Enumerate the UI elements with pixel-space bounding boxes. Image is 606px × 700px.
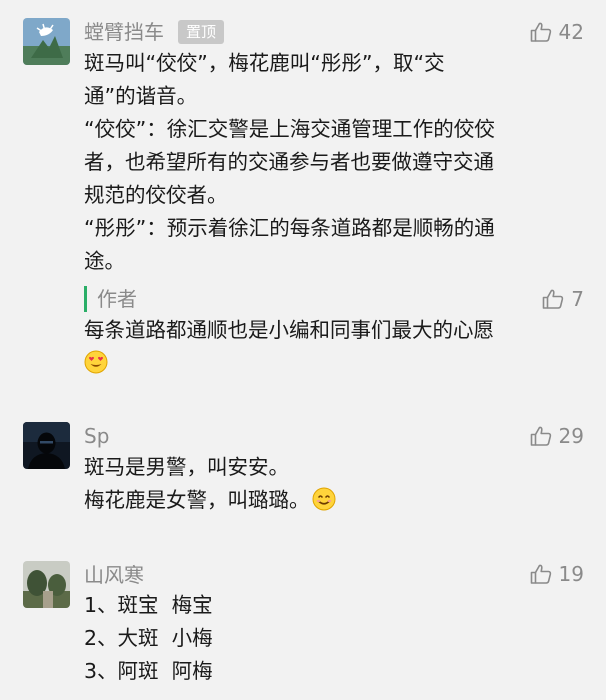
thumbs-up-icon [530,564,551,584]
comment-text: 1、斑宝 梅宝 2、大斑 小梅 3、阿斑 阿梅 [84,589,584,688]
like-button[interactable]: 42 [529,18,584,46]
thumbs-up-icon [530,426,551,446]
reply-like-button[interactable]: 7 [541,285,584,313]
thumbs-up-icon [542,289,564,309]
avatar[interactable] [23,18,70,65]
reply-line: 每条道路都通顺也是小编和同事们最大的心愿 [84,318,494,342]
reply-emoji-line [84,347,584,380]
comment-line: 规范的佼佼者。 [84,183,228,207]
like-count: 29 [558,424,584,448]
username[interactable]: 螳臂挡车 置顶 [84,19,225,45]
like-button[interactable]: 19 [529,560,584,588]
comment-line: 3、阿斑 阿梅 [84,659,213,683]
author-reply-label: 作者 [84,286,137,312]
smile-emoji-icon [312,487,335,511]
username[interactable]: 山风寒 [84,562,144,588]
avatar-image-icon [23,18,70,65]
comment-line: 2、大斑 小梅 [84,626,213,650]
like-count: 42 [558,20,584,44]
comment-line: 斑马叫“佼佼”，梅花鹿叫“彤彤”，取“交 [84,51,445,75]
comment-text: 斑马是男警，叫安安。 梅花鹿是女警，叫璐璐。 [84,451,584,517]
author-reply-text: 每条道路都通顺也是小编和同事们最大的心愿 [84,314,584,380]
comment-line: 途。 [84,249,125,273]
like-button[interactable]: 29 [529,422,584,450]
comment-line-text: 梅花鹿是女警，叫璐璐。 [84,488,310,512]
comment-line: 者，也希望所有的交通参与者也要做遵守交通 [84,150,494,174]
thumbs-up-icon [530,22,551,42]
reply-like-count: 7 [571,287,584,311]
comment-line: 斑马是男警，叫安安。 [84,455,289,479]
comment-line: “彤彤”：预示着徐汇的每条道路都是顺畅的通 [84,216,495,240]
comment-line: “佼佼”：徐汇交警是上海交通管理工作的佼佼 [84,117,495,141]
comment-text: 斑马叫“佼佼”，梅花鹿叫“彤彤”，取“交 通”的谐音。 “佼佼”：徐汇交警是上海… [84,47,584,278]
comment-line: 1、斑宝 梅宝 [84,593,213,617]
avatar-image-icon [23,422,70,469]
avatar[interactable] [23,422,70,469]
username-text: 螳臂挡车 [84,20,164,44]
like-count: 19 [558,562,584,586]
username[interactable]: Sp [84,423,109,449]
comment-line: 梅花鹿是女警，叫璐璐。 [84,484,584,517]
heart-eyes-emoji-icon [84,350,108,374]
comment-line: 通”的谐音。 [84,84,198,108]
pin-badge: 置顶 [178,20,225,44]
avatar-image-icon [23,561,70,608]
avatar[interactable] [23,561,70,608]
